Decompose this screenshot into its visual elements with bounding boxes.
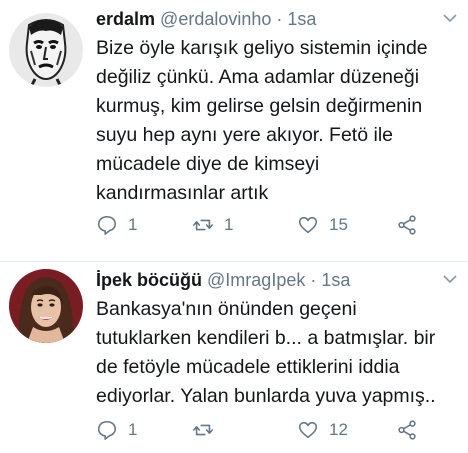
tweet-header: erdalm @erdalovinho · 1sa bbox=[96, 8, 316, 30]
timestamp[interactable]: 1sa bbox=[321, 270, 350, 290]
like-button[interactable]: 15 bbox=[297, 213, 348, 237]
reply-icon bbox=[97, 215, 117, 235]
avatar[interactable] bbox=[9, 269, 83, 343]
like-count: 12 bbox=[329, 420, 348, 439]
share-button[interactable] bbox=[396, 213, 418, 237]
heart-icon bbox=[298, 216, 318, 234]
chevron-down-icon[interactable] bbox=[442, 10, 458, 26]
reply-button[interactable]: 1 bbox=[96, 418, 137, 442]
chevron-down-icon[interactable] bbox=[442, 271, 458, 287]
tweet-actions: 1 1 15 bbox=[96, 213, 436, 237]
share-icon bbox=[398, 420, 416, 440]
tweet-text: Bankasya'nın önünden geçeni tutuklarken … bbox=[96, 298, 436, 407]
handle[interactable]: @ImragIpek bbox=[207, 270, 305, 290]
like-button[interactable]: 12 bbox=[297, 418, 348, 442]
tweet-text: Bize öyle karışık geliyo sistemin içinde… bbox=[96, 37, 428, 204]
retweet-button[interactable] bbox=[192, 418, 224, 442]
share-icon bbox=[398, 215, 416, 235]
tweet-header: İpek böcüğü @ImragIpek · 1sa bbox=[96, 269, 350, 291]
tweet-actions: 1 12 bbox=[96, 418, 436, 442]
share-button[interactable] bbox=[396, 418, 418, 442]
display-name[interactable]: erdalm bbox=[96, 9, 155, 29]
like-count: 15 bbox=[329, 215, 348, 234]
retweet-button[interactable]: 1 bbox=[192, 213, 233, 237]
retweet-count: 1 bbox=[224, 215, 234, 234]
retweet-icon bbox=[193, 219, 213, 231]
display-name[interactable]: İpek böcüğü bbox=[96, 270, 202, 290]
avatar-image bbox=[9, 13, 83, 87]
reply-count: 1 bbox=[128, 215, 138, 234]
separator: · bbox=[276, 9, 283, 29]
separator: · bbox=[310, 270, 317, 290]
tweet[interactable]: erdalm @erdalovinho · 1sa Bize öyle karı… bbox=[0, 0, 468, 261]
reply-icon bbox=[97, 420, 117, 440]
reply-button[interactable]: 1 bbox=[96, 213, 137, 237]
reply-count: 1 bbox=[128, 420, 138, 439]
tweet[interactable]: İpek böcüğü @ImragIpek · 1sa Bankasya'nı… bbox=[0, 261, 468, 453]
timestamp[interactable]: 1sa bbox=[287, 9, 316, 29]
avatar-image bbox=[9, 269, 83, 343]
heart-icon bbox=[298, 421, 318, 439]
avatar[interactable] bbox=[9, 13, 83, 87]
handle[interactable]: @erdalovinho bbox=[160, 9, 271, 29]
retweet-icon bbox=[193, 424, 213, 436]
